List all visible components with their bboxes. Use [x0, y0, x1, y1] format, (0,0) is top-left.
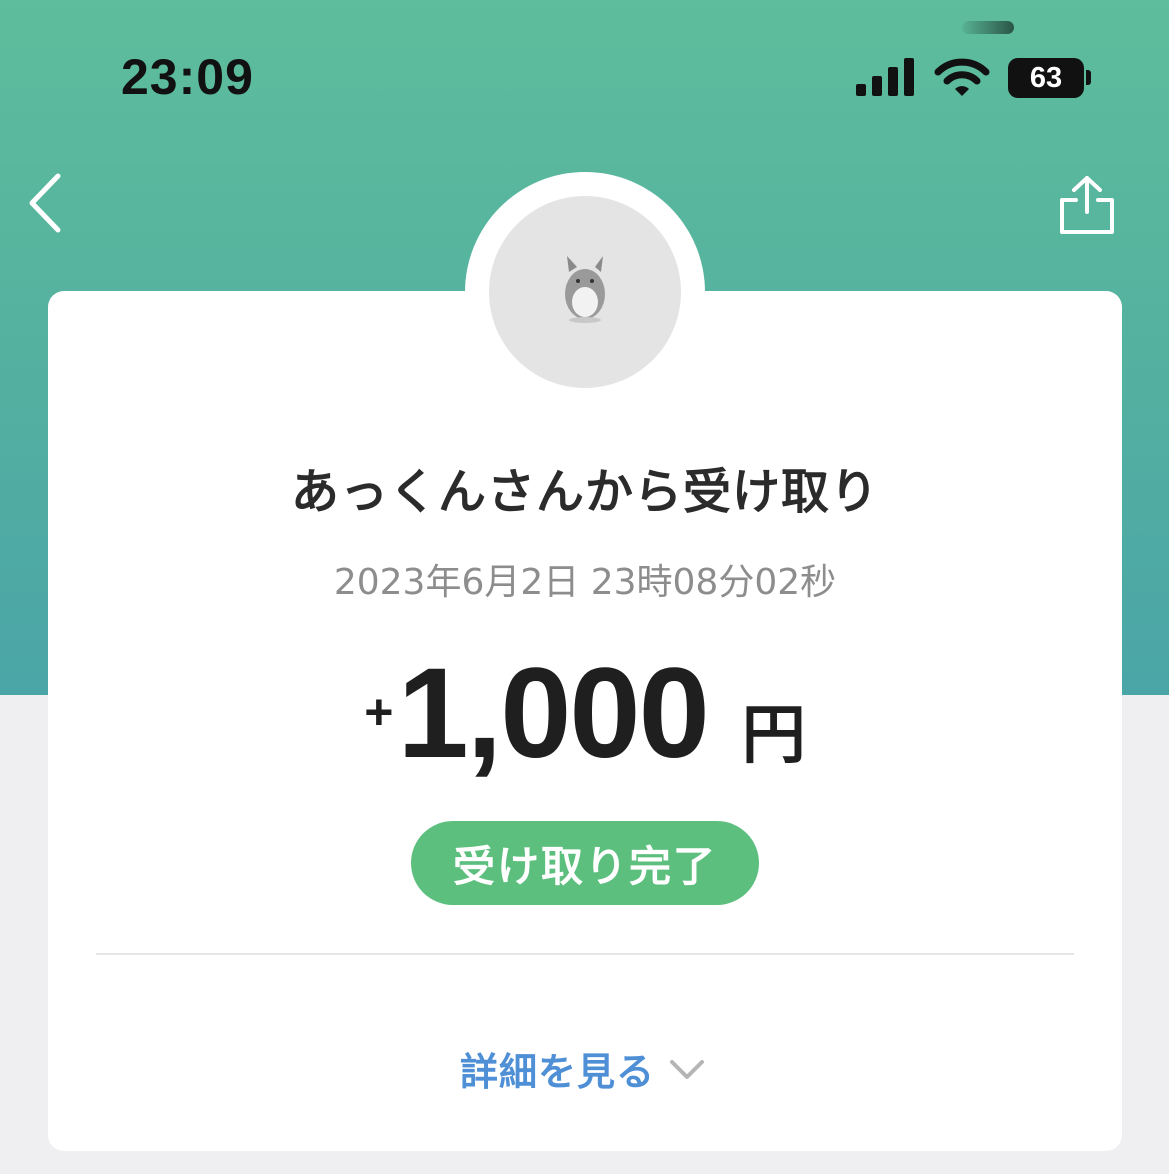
- dynamic-island-indicator: [962, 21, 1014, 34]
- amount-sign: +: [364, 684, 394, 740]
- amount-value: 1,000: [397, 642, 709, 785]
- transaction-datetime: 2023年6月2日 23時08分02秒: [333, 562, 837, 603]
- share-icon: [1060, 176, 1114, 234]
- status-badge: 受け取り完了: [411, 821, 759, 905]
- avatar-character-image: [565, 256, 605, 323]
- view-details-button[interactable]: 詳細を見る: [460, 1040, 730, 1096]
- battery-cap: [1086, 70, 1091, 85]
- battery-indicator: 63: [1008, 58, 1084, 98]
- wifi-icon: [934, 58, 990, 96]
- divider: [96, 953, 1074, 955]
- transaction-title: あっくんさんから受け取り: [290, 464, 879, 520]
- status-time: 23:09: [121, 49, 254, 105]
- chevron-down-icon: [670, 1060, 705, 1079]
- sender-avatar: [489, 196, 681, 388]
- amount: + 1,000 円: [48, 640, 1122, 785]
- share-button[interactable]: [1058, 174, 1116, 236]
- currency-unit: 円: [741, 699, 806, 773]
- chevron-left-icon: [29, 173, 61, 233]
- view-details-label: 詳細を見る: [460, 1049, 656, 1094]
- cellular-signal-icon: [856, 58, 914, 96]
- back-button[interactable]: [24, 170, 68, 236]
